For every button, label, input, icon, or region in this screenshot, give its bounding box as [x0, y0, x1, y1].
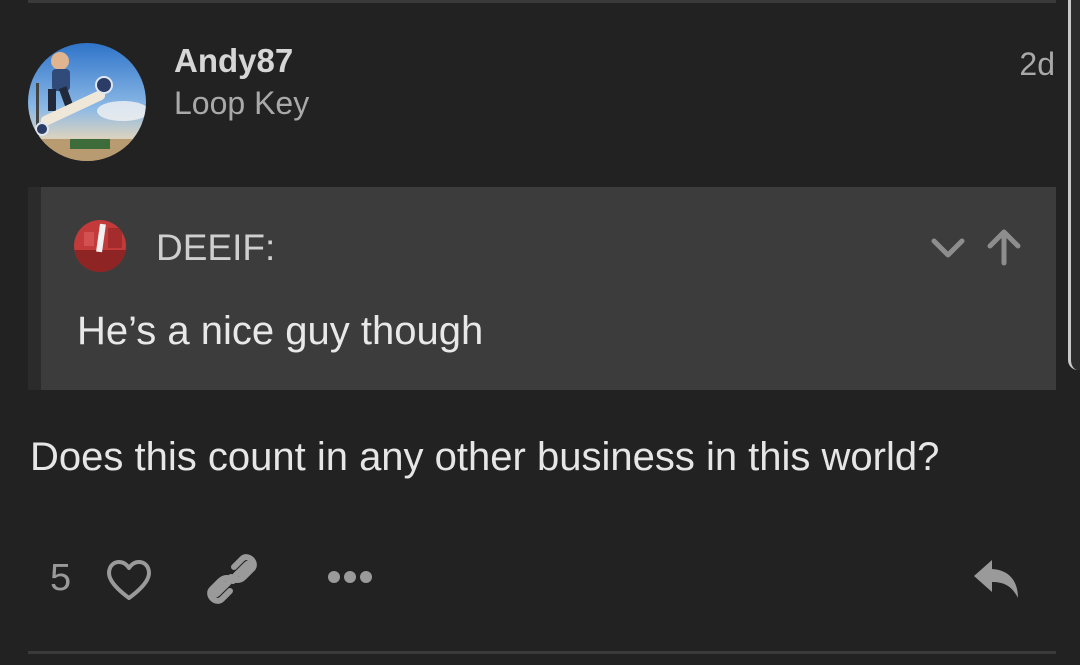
author-name[interactable]: Andy87	[174, 42, 293, 80]
more-icon[interactable]	[326, 569, 376, 585]
quote-author-avatar[interactable]	[74, 220, 126, 272]
link-icon[interactable]	[206, 553, 258, 605]
quote-text: He’s a nice guy though	[77, 309, 484, 353]
quote-controls	[930, 227, 1026, 267]
quote-author: DEEIF:	[156, 227, 276, 268]
author-avatar[interactable]	[28, 43, 146, 161]
top-divider	[28, 0, 1056, 3]
author-title: Loop Key	[174, 85, 310, 121]
post-body: Does this count in any other business in…	[30, 435, 940, 479]
reply-icon[interactable]	[972, 558, 1022, 600]
heart-icon[interactable]	[104, 556, 154, 602]
arrow-up-icon[interactable]	[984, 227, 1024, 267]
scrollbar[interactable]	[1068, 0, 1080, 370]
post-page: Andy87 Loop Key 2d DEEIF: He’s a nice gu…	[0, 0, 1080, 665]
bottom-divider	[28, 651, 1056, 654]
like-count[interactable]: 5	[50, 557, 71, 600]
chevron-down-icon[interactable]	[930, 235, 966, 261]
quote-block: DEEIF: He’s a nice guy though	[28, 187, 1056, 390]
post-timestamp[interactable]: 2d	[1019, 46, 1055, 83]
quote-bar	[28, 187, 41, 390]
